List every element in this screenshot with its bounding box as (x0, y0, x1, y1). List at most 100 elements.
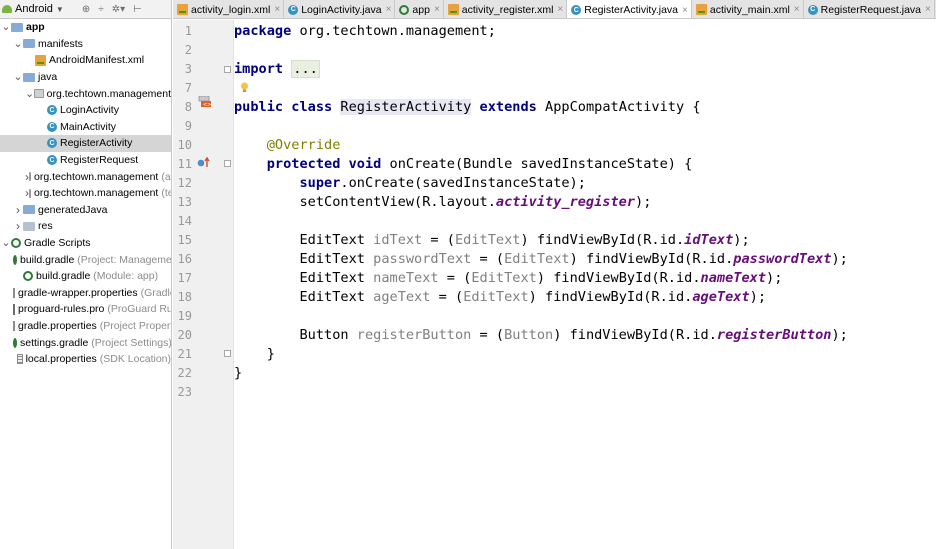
fold-marker[interactable] (224, 350, 231, 357)
chevron-down-icon[interactable]: ⌄ (13, 38, 23, 49)
editor-tab[interactable]: C LoginActivity.java × (284, 0, 396, 18)
line-number: 15 (177, 233, 192, 247)
layout-icon[interactable]: <> (198, 95, 212, 108)
fold-marker[interactable] (224, 160, 231, 167)
close-icon[interactable]: × (434, 4, 440, 15)
module-folder-icon (11, 22, 23, 32)
editor-tab[interactable]: app × (395, 0, 444, 18)
tree-item[interactable]: build.gradle (Module: app) (0, 268, 171, 285)
hide-icon[interactable]: ⊢ (133, 4, 142, 15)
tree-item-label: build.gradle (36, 270, 91, 283)
close-icon[interactable]: × (925, 4, 931, 15)
chevron-right-icon[interactable]: › (13, 219, 23, 233)
code-token: = ( (430, 289, 464, 305)
tree-item[interactable]: ⌄ Gradle Scripts (0, 235, 171, 252)
code-token: ) findViewById(R.id. (520, 232, 685, 248)
tree-item[interactable]: settings.gradle (Project Settings) (0, 334, 171, 351)
globe-icon[interactable]: ⊕ (82, 4, 90, 15)
tree-item[interactable]: ⌄ manifests (0, 36, 171, 53)
tree-item-label: RegisterActivity (60, 137, 133, 150)
tree-item[interactable]: › res (0, 218, 171, 235)
code-token: .onCreate(savedInstanceState); (340, 175, 586, 191)
editor-tab[interactable]: activity_main.xml × (692, 0, 804, 18)
chevron-down-icon[interactable]: ⌄ (1, 22, 11, 33)
close-icon[interactable]: × (794, 4, 800, 15)
tab-label: LoginActivity.java (301, 3, 382, 16)
chevron-down-icon[interactable]: ⌄ (1, 238, 11, 249)
package-icon (29, 172, 31, 182)
close-icon[interactable]: × (682, 5, 688, 16)
line-number: 21 (177, 347, 192, 361)
code-token: Button (234, 327, 357, 343)
tree-item[interactable]: ⌄ org.techtown.management (0, 85, 171, 102)
package-icon (34, 89, 44, 99)
editor-gutter: 1 2 3 7 8 9 10 11 12 13 14 15 16 17 18 19 20 21 22 23 <> (173, 20, 234, 549)
tree-item-label: java (38, 71, 58, 84)
tree-item[interactable]: ›org.techtown.management(androidTest) (0, 168, 171, 185)
editor-tab[interactable]: C RegisterRequest.java × (804, 0, 935, 18)
code-editor[interactable]: package org.techtown.management; import .… (234, 20, 936, 549)
editor-tabs: activity_login.xml × C LoginActivity.java × a… (173, 0, 936, 19)
tree-item[interactable]: ›org.techtown.management(test) (0, 185, 171, 202)
line-number: 23 (177, 385, 192, 399)
tree-item[interactable]: build.gradle(Project: Management) (0, 251, 171, 268)
tree-item[interactable]: C RegisterRequest (0, 152, 171, 169)
tree-item[interactable]: C RegisterActivity (0, 135, 171, 152)
code-token: ) findViewById(R.id. (536, 270, 701, 286)
tree-item-label: AndroidManifest.xml (49, 54, 145, 67)
code-token: org.techtown.management; (299, 23, 496, 39)
close-icon[interactable]: × (274, 4, 280, 15)
collapse-icon[interactable]: ÷ (98, 4, 104, 15)
override-icon[interactable] (197, 156, 211, 168)
editor-tab[interactable]: C RegisterActivity.java × (567, 0, 692, 18)
code-token: EditText (463, 289, 529, 305)
tree-item[interactable]: › generatedJava (0, 202, 171, 219)
code-token: @Override (266, 137, 341, 153)
close-icon[interactable]: × (386, 4, 392, 15)
editor-tab[interactable]: activity_register.xml × (444, 0, 568, 18)
line-number: 19 (177, 309, 192, 323)
tree-item-label: proguard-rules.pro (18, 303, 105, 316)
code-line: } (234, 364, 242, 383)
tree-item[interactable]: gradle.properties(Project Properties) (0, 318, 171, 335)
editor-tab[interactable]: activity_login.xml × (173, 0, 285, 18)
close-icon[interactable]: × (557, 4, 563, 15)
tree-item[interactable]: proguard-rules.pro(ProGuard Rules) (0, 301, 171, 318)
chevron-down-icon[interactable]: ⌄ (13, 72, 23, 83)
code-token: EditText (455, 232, 521, 248)
line-number: 7 (184, 81, 192, 95)
code-token: ); (635, 194, 652, 210)
fold-marker[interactable] (224, 66, 231, 73)
tree-item[interactable]: ⌄ java (0, 69, 171, 86)
lightbulb-icon[interactable] (240, 82, 249, 93)
tree-item[interactable]: local.properties (SDK Location) (0, 351, 171, 368)
tree-item-label: local.properties (25, 353, 97, 366)
chevron-down-icon[interactable]: ⌄ (25, 88, 34, 99)
line-number: 3 (184, 62, 192, 76)
tab-label: RegisterRequest.java (820, 3, 922, 16)
chevron-right-icon[interactable]: › (13, 203, 23, 217)
tree-item[interactable]: C LoginActivity (0, 102, 171, 119)
tree-item[interactable]: ⌄ app (0, 19, 171, 36)
line-number: 10 (177, 138, 192, 152)
code-token: EditText (234, 270, 374, 286)
tree-item-label: MainActivity (60, 120, 117, 133)
project-toolbar: Android ▼ ⊕ ÷ ✲▾ ⊢ (0, 0, 171, 19)
code-line: EditText nameText = (EditText) findViewB… (234, 269, 782, 288)
code-token: = ( (471, 327, 505, 343)
code-token: idText (373, 232, 423, 248)
tree-item-label: org.techtown.management (46, 87, 171, 100)
line-number: 12 (177, 176, 192, 190)
xml-file-icon (35, 54, 46, 66)
project-view-select[interactable]: Android ▼ (2, 3, 64, 15)
gear-icon[interactable]: ✲▾ (112, 4, 125, 15)
tree-item[interactable]: C MainActivity (0, 119, 171, 136)
code-token: EditText (234, 289, 374, 305)
tree-item[interactable]: gradle-wrapper.properties(Gradle Version… (0, 285, 171, 302)
code-token: = ( (438, 270, 472, 286)
code-token: registerButton (356, 327, 472, 343)
tree-item[interactable]: AndroidManifest.xml (0, 52, 171, 69)
